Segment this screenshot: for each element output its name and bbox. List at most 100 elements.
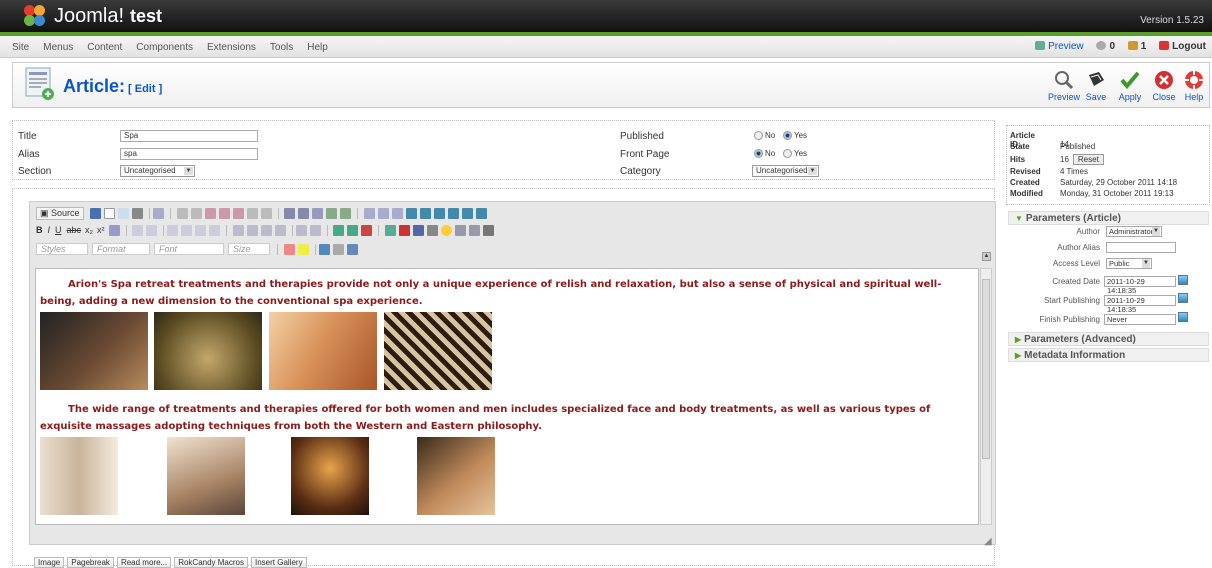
underline-icon[interactable]: U xyxy=(55,225,62,235)
pagebreak-icon[interactable] xyxy=(468,225,480,237)
replace-icon[interactable] xyxy=(298,208,310,219)
link-icon[interactable] xyxy=(333,225,345,237)
iframe-icon[interactable] xyxy=(482,225,494,237)
menu-help[interactable]: Help xyxy=(307,42,328,53)
outdent-icon[interactable] xyxy=(167,225,179,237)
find-icon[interactable] xyxy=(284,208,296,219)
button-icon[interactable] xyxy=(447,208,459,219)
subscript-icon[interactable]: x₂ xyxy=(85,225,93,235)
templates-icon[interactable] xyxy=(153,208,165,219)
textarea-icon[interactable] xyxy=(419,208,431,219)
font-dropdown[interactable]: Font xyxy=(154,243,224,255)
copy-icon[interactable] xyxy=(190,208,202,219)
finish-publishing-field[interactable]: Never xyxy=(1104,314,1176,325)
bold-icon[interactable]: B xyxy=(36,225,43,235)
justify-icon[interactable] xyxy=(274,225,286,237)
checkbox-icon[interactable] xyxy=(377,208,389,219)
access-level-select[interactable]: Public ▼ xyxy=(1106,258,1152,269)
parameters-article-header[interactable]: ▼ Parameters (Article) xyxy=(1008,211,1209,225)
menu-menus[interactable]: Menus xyxy=(43,42,73,53)
special-char-icon[interactable] xyxy=(454,225,466,237)
numbered-list-icon[interactable] xyxy=(132,225,144,237)
image-button[interactable]: Image xyxy=(34,557,65,568)
preview-page-icon[interactable] xyxy=(118,208,130,219)
undo-icon[interactable] xyxy=(246,208,258,219)
print-icon[interactable] xyxy=(132,208,144,219)
textfield-icon[interactable] xyxy=(405,208,417,219)
cut-icon[interactable] xyxy=(176,208,188,219)
calendar-icon[interactable] xyxy=(1178,275,1188,285)
pagebreak-button[interactable]: Pagebreak xyxy=(67,557,114,568)
reset-hits-button[interactable]: Reset xyxy=(1072,154,1104,165)
horizontal-rule-icon[interactable] xyxy=(426,225,438,237)
published-no-radio[interactable]: No xyxy=(754,131,775,140)
calendar-icon[interactable] xyxy=(1178,293,1188,303)
bg-color-icon[interactable] xyxy=(297,243,309,255)
metadata-header[interactable]: ▶ Metadata Information xyxy=(1008,348,1209,362)
anchor-icon[interactable] xyxy=(361,225,373,237)
readmore-button[interactable]: Read more... xyxy=(116,557,172,568)
bulleted-list-icon[interactable] xyxy=(146,225,158,237)
logout-link[interactable]: Logout xyxy=(1159,41,1206,52)
parameters-advanced-header[interactable]: ▶ Parameters (Advanced) xyxy=(1008,332,1209,346)
preview-link[interactable]: Preview xyxy=(1035,41,1084,52)
calendar-icon[interactable] xyxy=(1178,312,1188,322)
menu-site[interactable]: Site xyxy=(12,42,29,53)
styles-dropdown[interactable]: Styles xyxy=(36,243,88,255)
hidden-field-icon[interactable] xyxy=(475,208,487,219)
save-icon[interactable] xyxy=(90,208,102,219)
image-icon[interactable] xyxy=(384,225,396,237)
paste-icon[interactable] xyxy=(204,208,216,219)
help-button[interactable]: Help xyxy=(1176,69,1212,102)
messages-count[interactable]: 1 xyxy=(1127,41,1146,52)
section-select[interactable]: Uncategorised ▼ xyxy=(120,165,195,177)
strike-icon[interactable]: abc xyxy=(67,225,82,235)
editor-content[interactable]: Arion's Spa retreat treatments and thera… xyxy=(35,268,979,525)
smiley-icon[interactable] xyxy=(440,225,452,237)
unlink-icon[interactable] xyxy=(347,225,359,237)
italic-icon[interactable]: I xyxy=(48,225,51,235)
scayt-icon[interactable] xyxy=(340,208,352,219)
image-button-icon[interactable] xyxy=(461,208,473,219)
published-yes-radio[interactable]: Yes xyxy=(783,131,807,140)
superscript-icon[interactable]: x² xyxy=(97,225,105,235)
new-page-icon[interactable] xyxy=(104,208,116,219)
about-icon[interactable] xyxy=(346,243,358,255)
menu-tools[interactable]: Tools xyxy=(270,42,293,53)
align-right-icon[interactable] xyxy=(260,225,272,237)
resize-handle-icon[interactable]: ◢ xyxy=(984,536,992,547)
text-color-icon[interactable] xyxy=(283,243,295,255)
div-icon[interactable] xyxy=(209,225,221,237)
author-select[interactable]: Administrator ▼ xyxy=(1106,226,1162,237)
apply-button[interactable]: Apply xyxy=(1112,69,1148,102)
ltr-icon[interactable] xyxy=(295,225,307,237)
rtl-icon[interactable] xyxy=(309,225,321,237)
save-button[interactable]: Save xyxy=(1078,69,1114,102)
menu-extensions[interactable]: Extensions xyxy=(207,42,256,53)
align-left-icon[interactable] xyxy=(232,225,244,237)
blockquote-icon[interactable] xyxy=(195,225,207,237)
created-date-field[interactable]: 2011-10-29 14:18:35 xyxy=(1104,276,1176,295)
source-button[interactable]: ▣ Source xyxy=(36,207,84,220)
redo-icon[interactable] xyxy=(260,208,272,219)
table-icon[interactable] xyxy=(412,225,424,237)
select-all-icon[interactable] xyxy=(312,208,324,219)
alias-field[interactable]: spa xyxy=(120,148,258,160)
title-field[interactable]: Spa xyxy=(120,130,258,142)
insert-gallery-button[interactable]: Insert Gallery xyxy=(251,557,307,568)
remove-format-icon[interactable] xyxy=(108,225,120,237)
rokcandy-macros-button[interactable]: RokCandy Macros xyxy=(174,557,248,568)
start-publishing-field[interactable]: 2011-10-29 14:18:35 xyxy=(1104,295,1176,314)
paste-text-icon[interactable] xyxy=(218,208,230,219)
menu-components[interactable]: Components xyxy=(136,42,193,53)
indent-icon[interactable] xyxy=(181,225,193,237)
show-blocks-icon[interactable] xyxy=(332,243,344,255)
format-dropdown[interactable]: Format xyxy=(92,243,150,255)
flash-icon[interactable] xyxy=(398,225,410,237)
size-dropdown[interactable]: Size xyxy=(228,243,270,255)
editor-scrollbar[interactable] xyxy=(980,268,992,525)
menu-content[interactable]: Content xyxy=(87,42,122,53)
spellcheck-icon[interactable] xyxy=(326,208,338,219)
radio-icon[interactable] xyxy=(391,208,403,219)
select-field-icon[interactable] xyxy=(433,208,445,219)
